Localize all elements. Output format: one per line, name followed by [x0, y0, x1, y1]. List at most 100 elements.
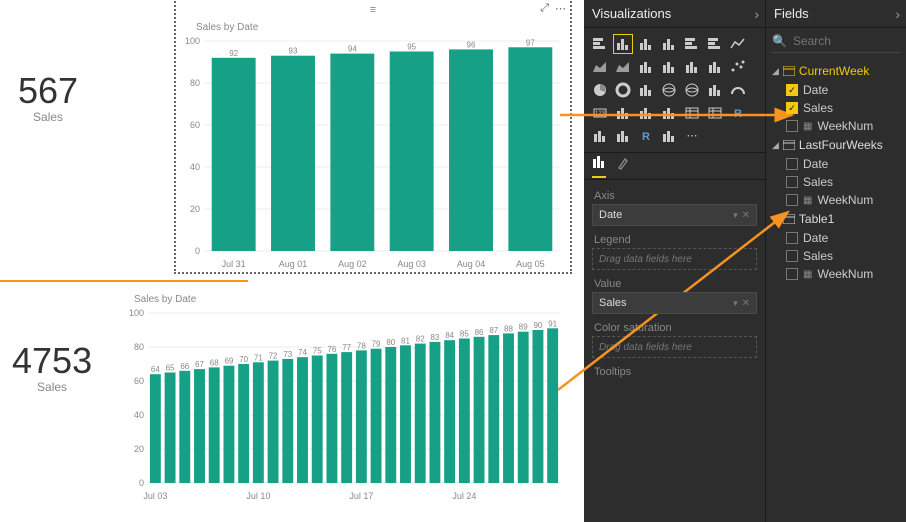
viz-type-r[interactable]: R	[636, 126, 656, 146]
focus-mode-icon[interactable]: ⤢	[540, 2, 549, 15]
field-date[interactable]: ✓Date	[768, 81, 904, 99]
viz-type-area[interactable]	[590, 57, 610, 77]
tab-format[interactable]	[616, 156, 630, 177]
viz-type-donut-kpi[interactable]	[613, 126, 633, 146]
viz-type-kpi[interactable]	[636, 103, 656, 123]
well-field: Date	[599, 209, 622, 221]
checkbox-icon[interactable]	[786, 232, 798, 244]
well-value[interactable]: Sales ▾ ✕	[592, 292, 757, 314]
calc-column-icon: ▦	[803, 195, 812, 206]
report-canvas[interactable]: 567 Sales ≡ ⤢ ⋯ Sales by Date 0204060801…	[0, 0, 584, 522]
viz-type-filled-map[interactable]	[682, 80, 702, 100]
card-sales-current[interactable]: 567 Sales	[18, 70, 78, 124]
svg-text:81: 81	[401, 336, 410, 345]
section-divider	[0, 280, 248, 282]
viz-type-column-100[interactable]	[659, 34, 679, 54]
viz-type-slicer[interactable]	[659, 103, 679, 123]
viz-type-bar[interactable]	[682, 34, 702, 54]
well-colorsat[interactable]: Drag data fields here	[592, 336, 757, 358]
viz-type-scatter[interactable]	[728, 57, 748, 77]
checkbox-icon[interactable]: ✓	[786, 102, 798, 114]
viz-type-column-stacked[interactable]	[636, 34, 656, 54]
well-label-legend: Legend	[584, 228, 765, 248]
svg-text:83: 83	[430, 333, 439, 342]
panel-header[interactable]: Fields ›	[766, 0, 906, 28]
panel-header[interactable]: Visualizations ›	[584, 0, 765, 28]
viz-type-line-col-stacked[interactable]	[659, 57, 679, 77]
viz-type-funnel[interactable]	[705, 80, 725, 100]
svg-text:90: 90	[533, 321, 542, 330]
viz-type-py[interactable]	[659, 126, 679, 146]
viz-type-donut[interactable]	[613, 80, 633, 100]
svg-text:Aug 05: Aug 05	[516, 259, 545, 269]
chevron-down-icon[interactable]: ▾	[733, 210, 738, 221]
viz-type-card[interactable]: 123	[590, 103, 610, 123]
viz-type-column[interactable]	[613, 34, 633, 54]
viz-type-arc[interactable]	[590, 126, 610, 146]
well-label-colorsat: Color saturation	[584, 316, 765, 336]
svg-text:82: 82	[416, 335, 425, 344]
viz-type-area-stacked[interactable]	[613, 57, 633, 77]
field-weeknum[interactable]: ▦WeekNum	[768, 117, 904, 135]
checkbox-icon[interactable]	[786, 120, 798, 132]
checkbox-icon[interactable]: ✓	[786, 84, 798, 96]
viz-type-treemap[interactable]	[636, 80, 656, 100]
viz-type-waterfall[interactable]	[705, 57, 725, 77]
remove-field-icon[interactable]: ✕	[742, 210, 750, 221]
well-legend[interactable]: Drag data fields here	[592, 248, 757, 270]
checkbox-icon[interactable]	[786, 194, 798, 206]
viz-type-gauge[interactable]	[728, 80, 748, 100]
field-date[interactable]: Date	[768, 229, 904, 247]
viz-type-more[interactable]: ⋯	[682, 126, 702, 146]
svg-text:73: 73	[283, 350, 292, 359]
fields-search[interactable]: 🔍	[772, 34, 900, 53]
table-table1[interactable]: ◢ Table1	[768, 209, 904, 229]
bar-chart: 020406080100929394959697Jul 31Aug 01Aug …	[176, 33, 566, 273]
card-value: 4753	[12, 340, 92, 382]
search-input[interactable]	[793, 34, 883, 48]
viz-type-pie[interactable]	[590, 80, 610, 100]
tab-fields[interactable]	[592, 155, 606, 178]
well-axis[interactable]: Date ▾ ✕	[592, 204, 757, 226]
svg-text:65: 65	[166, 364, 175, 373]
svg-text:40: 40	[134, 410, 144, 420]
checkbox-icon[interactable]	[786, 268, 798, 280]
drag-handle-icon[interactable]: ≡	[370, 4, 376, 16]
viz-type-line[interactable]	[728, 34, 748, 54]
field-sales[interactable]: Sales	[768, 173, 904, 191]
viz-type-map[interactable]	[659, 80, 679, 100]
chart-tile-current-week[interactable]: ≡ ⤢ ⋯ Sales by Date 02040608010092939495…	[176, 0, 570, 272]
field-date[interactable]: Date	[768, 155, 904, 173]
chevron-right-icon[interactable]: ›	[754, 6, 759, 22]
svg-text:Jul 10: Jul 10	[246, 491, 270, 501]
svg-text:91: 91	[548, 319, 557, 328]
table-currentweek[interactable]: ◢ CurrentWeek	[768, 61, 904, 81]
chart-title: Sales by Date	[196, 22, 570, 33]
viz-type-rscript[interactable]: R	[728, 103, 748, 123]
viz-type-line-col[interactable]	[636, 57, 656, 77]
svg-text:Aug 02: Aug 02	[338, 259, 367, 269]
table-lastfourweeks[interactable]: ◢ LastFourWeeks	[768, 135, 904, 155]
chevron-right-icon[interactable]: ›	[895, 6, 900, 22]
field-sales[interactable]: ✓Sales	[768, 99, 904, 117]
visualization-type-gallery: 123 R R ⋯	[584, 28, 765, 152]
field-sales[interactable]: Sales	[768, 247, 904, 265]
more-options-icon[interactable]: ⋯	[555, 2, 566, 15]
viz-type-bar-100[interactable]	[705, 34, 725, 54]
remove-field-icon[interactable]: ✕	[742, 298, 750, 309]
checkbox-icon[interactable]	[786, 176, 798, 188]
card-sales-lastfour[interactable]: 4753 Sales	[12, 340, 92, 394]
viz-type-table[interactable]	[682, 103, 702, 123]
viz-type-ribbon[interactable]	[682, 57, 702, 77]
viz-type-matrix[interactable]	[705, 103, 725, 123]
checkbox-icon[interactable]	[786, 250, 798, 262]
svg-text:71: 71	[254, 353, 263, 362]
chart-tile-last-four-weeks[interactable]: Sales by Date 02040608010064656667686970…	[120, 292, 570, 512]
viz-type-bar-stacked[interactable]	[590, 34, 610, 54]
field-weeknum[interactable]: ▦WeekNum	[768, 265, 904, 283]
checkbox-icon[interactable]	[786, 158, 798, 170]
viz-type-multi-card[interactable]	[613, 103, 633, 123]
svg-text:75: 75	[313, 347, 322, 356]
field-weeknum[interactable]: ▦WeekNum	[768, 191, 904, 209]
chevron-down-icon[interactable]: ▾	[733, 298, 738, 309]
